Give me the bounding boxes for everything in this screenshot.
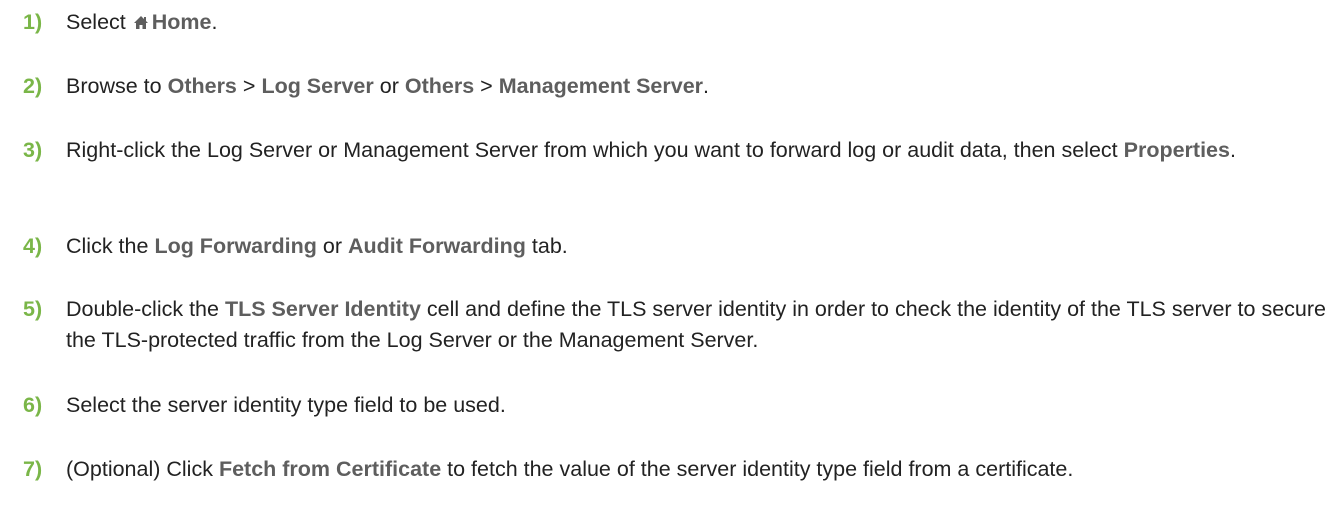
step-text: Right-click the Log Server or Management… [66, 135, 1330, 166]
ui-term-others: Others [404, 74, 475, 98]
step-number: 6) [23, 393, 43, 417]
step-plain-text: to fetch the value of the server identit… [447, 457, 1074, 481]
step-text: Click the Log Forwarding or Audit Forwar… [66, 231, 1330, 262]
step-plain-text: tab. [531, 234, 568, 258]
step-plain-text: Right-click the Log Server or Management… [66, 138, 1118, 162]
step-plain-text: Browse to [66, 74, 162, 98]
step-plain-text: Select the server identity type field to… [66, 393, 506, 417]
path-separator: > [480, 74, 493, 98]
ui-term-fetch-from-certificate: Fetch from Certificate [218, 457, 442, 481]
step-plain-text: Click the [66, 234, 149, 258]
step-plain-text: Select [66, 10, 126, 34]
step-plain-text: Double-click the [66, 297, 219, 321]
ui-term-management-server: Management Server [498, 74, 704, 98]
path-separator: > [242, 74, 256, 98]
step-number: 7) [23, 457, 43, 481]
step-text: Double-click the TLS Server Identity cel… [66, 294, 1330, 356]
step-number: 5) [23, 297, 43, 321]
ui-term-audit-forwarding: Audit Forwarding [347, 234, 526, 258]
ui-term-log-forwarding: Log Forwarding [154, 234, 317, 258]
home-icon [133, 16, 148, 29]
procedure-steps: 1) Select Home. 2) Browse to Others > Lo… [0, 0, 1334, 522]
ui-term-home: Home [151, 10, 212, 34]
step-text: Browse to Others > Log Server or Others … [66, 71, 1330, 102]
step-text: Select Home. [66, 7, 1330, 38]
step-plain-text: . [703, 74, 710, 98]
step-plain-text: or [379, 74, 399, 98]
step-plain-text: or [322, 234, 342, 258]
step-number: 3) [23, 138, 43, 162]
ui-term-others: Others [167, 74, 237, 98]
step-plain-text: . [1229, 138, 1236, 162]
ui-term-properties: Properties [1123, 138, 1230, 162]
step-text: (Optional) Click Fetch from Certificate … [66, 454, 1330, 485]
step-plain-text: (Optional) Click [66, 457, 213, 481]
step-number: 4) [23, 234, 43, 258]
ui-term-log-server: Log Server [261, 74, 374, 98]
step-number: 2) [23, 74, 43, 98]
step-plain-text: . [211, 10, 218, 34]
ui-term-tls-server-identity: TLS Server Identity [224, 297, 421, 321]
step-number: 1) [23, 10, 43, 34]
step-text: Select the server identity type field to… [66, 390, 1330, 421]
